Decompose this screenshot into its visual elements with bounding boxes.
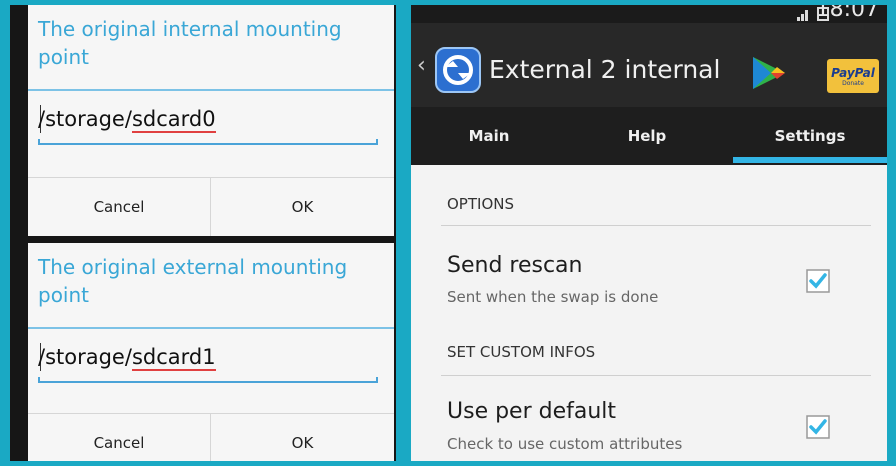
use-per-default-summary: Check to use custom attributes (447, 435, 683, 453)
settings-screen: 18:07 ‹ External 2 internal PayPal Donat… (411, 5, 887, 461)
tab-help[interactable]: Help (567, 107, 727, 165)
ok-button[interactable]: OK (211, 178, 394, 236)
app-title: External 2 internal (489, 55, 721, 84)
paypal-label: PayPal (831, 65, 875, 80)
paypal-donate-button[interactable]: PayPal Donate (827, 59, 879, 93)
send-rescan-checkbox[interactable] (806, 269, 830, 293)
mount-point-dialogs-screen: The original internal mounting point /st… (10, 5, 396, 461)
input-underline (38, 377, 378, 383)
dialog-button-row: Cancel OK (28, 177, 394, 236)
ok-button[interactable]: OK (211, 414, 394, 461)
internal-mount-dialog: The original internal mounting point /st… (28, 5, 394, 236)
action-bar: ‹ External 2 internal PayPal Donate (411, 23, 887, 107)
dialog-button-row: Cancel OK (28, 413, 394, 461)
dialog-title-divider (28, 327, 394, 329)
use-per-default-checkbox[interactable] (806, 415, 830, 439)
spellcheck-underlined-text: sdcard1 (131, 345, 216, 371)
tab-main[interactable]: Main (411, 107, 567, 165)
dialog-title-divider (28, 89, 394, 91)
dialog-title: The original internal mounting point (38, 17, 342, 69)
spellcheck-underlined-text: sdcard0 (131, 107, 216, 133)
cancel-button[interactable]: Cancel (28, 414, 211, 461)
input-value: /storage/sdcard0 (38, 107, 216, 133)
input-value: /storage/sdcard1 (38, 345, 216, 371)
selected-tab-indicator (733, 157, 887, 163)
send-rescan-summary: Sent when the swap is done (447, 288, 659, 306)
play-store-icon[interactable] (749, 55, 789, 91)
cancel-button[interactable]: Cancel (28, 178, 211, 236)
section-divider (441, 225, 871, 226)
status-bar: 18:07 (411, 5, 887, 23)
paypal-donate-label: Donate (842, 79, 864, 87)
send-rescan-title: Send rescan (447, 253, 583, 278)
internal-mount-path-input[interactable]: /storage/sdcard0 (38, 99, 378, 145)
app-swap-icon[interactable] (435, 47, 481, 93)
custom-infos-section-header: SET CUSTOM INFOS (447, 343, 596, 361)
options-section-header: OPTIONS (447, 195, 514, 213)
back-chevron-icon[interactable]: ‹ (417, 53, 426, 78)
section-divider (441, 375, 871, 376)
external-mount-path-input[interactable]: /storage/sdcard1 (38, 337, 378, 383)
use-per-default-title: Use per default (447, 399, 617, 424)
status-time: 18:07 (815, 5, 879, 22)
external-mount-dialog: The original external mounting point /st… (28, 243, 394, 461)
signal-icon (797, 10, 808, 21)
input-underline (38, 139, 378, 145)
dialog-title: The original external mounting point (38, 255, 348, 307)
